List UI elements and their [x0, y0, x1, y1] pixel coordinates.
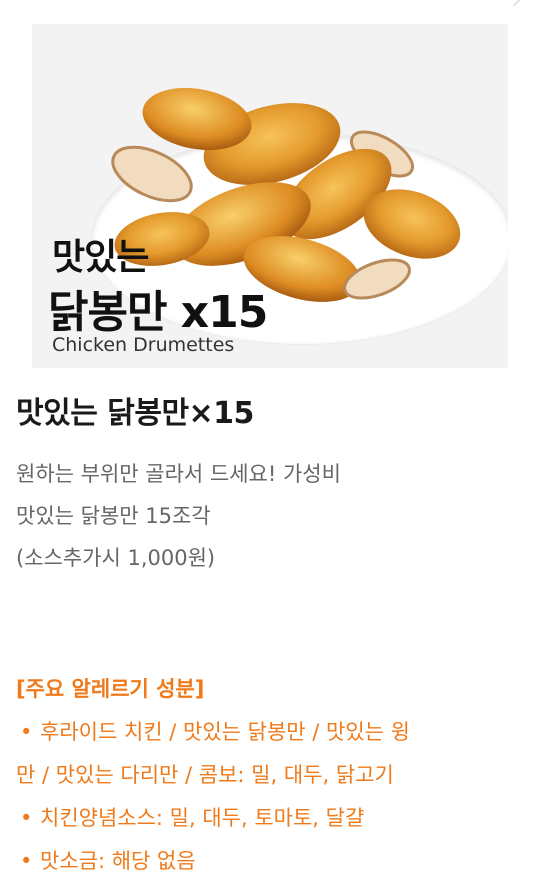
allergy-item-continued: 만 / 맛있는 다리만 / 콤보: 밀, 대두, 닭고기	[16, 763, 394, 787]
product-image: 맛있는 닭봉만 x15 Chicken Drumettes	[32, 24, 508, 368]
allergy-item: • 치킨양념소스: 밀, 대두, 토마토, 달걀	[16, 797, 526, 840]
bullet-icon: •	[20, 720, 33, 744]
allergy-item-text: 후라이드 치킨 / 맛있는 닭봉만 / 맛있는 윙	[40, 720, 410, 744]
allergy-item-text: 맛소금: 해당 없음	[40, 849, 196, 873]
image-overlay-line1: 맛있는	[52, 237, 149, 278]
image-overlay-english: Chicken Drumettes	[52, 334, 235, 356]
allergy-item-text: 치킨양념소스: 밀, 대두, 토마토, 달걀	[40, 806, 365, 830]
description-line: 맛있는 닭봉만 15조각	[16, 504, 211, 528]
description-line: (소스추가시 1,000원)	[16, 546, 216, 570]
allergy-heading: [주요 알레르기 성분]	[16, 677, 205, 701]
product-title: 맛있는 닭봉만×15	[16, 396, 254, 431]
top-bar	[0, 0, 539, 18]
allergy-item: • 맛소금: 해당 없음	[16, 840, 526, 883]
allergy-section: [주요 알레르기 성분] • 후라이드 치킨 / 맛있는 닭봉만 / 맛있는 윙 …	[16, 668, 526, 883]
chevron-right-icon[interactable]	[506, 0, 522, 7]
product-description: 원하는 부위만 골라서 드세요! 가성비 맛있는 닭봉만 15조각 (소스추가시…	[16, 453, 341, 579]
description-line: 원하는 부위만 골라서 드세요! 가성비	[16, 462, 341, 486]
image-text-overlay: 맛있는 닭봉만 x15 Chicken Drumettes	[44, 228, 304, 368]
bullet-icon: •	[20, 806, 33, 830]
image-overlay-line2: 닭봉만 x15	[48, 287, 268, 338]
allergy-item: • 후라이드 치킨 / 맛있는 닭봉만 / 맛있는 윙	[16, 711, 526, 754]
bullet-icon: •	[20, 849, 33, 873]
